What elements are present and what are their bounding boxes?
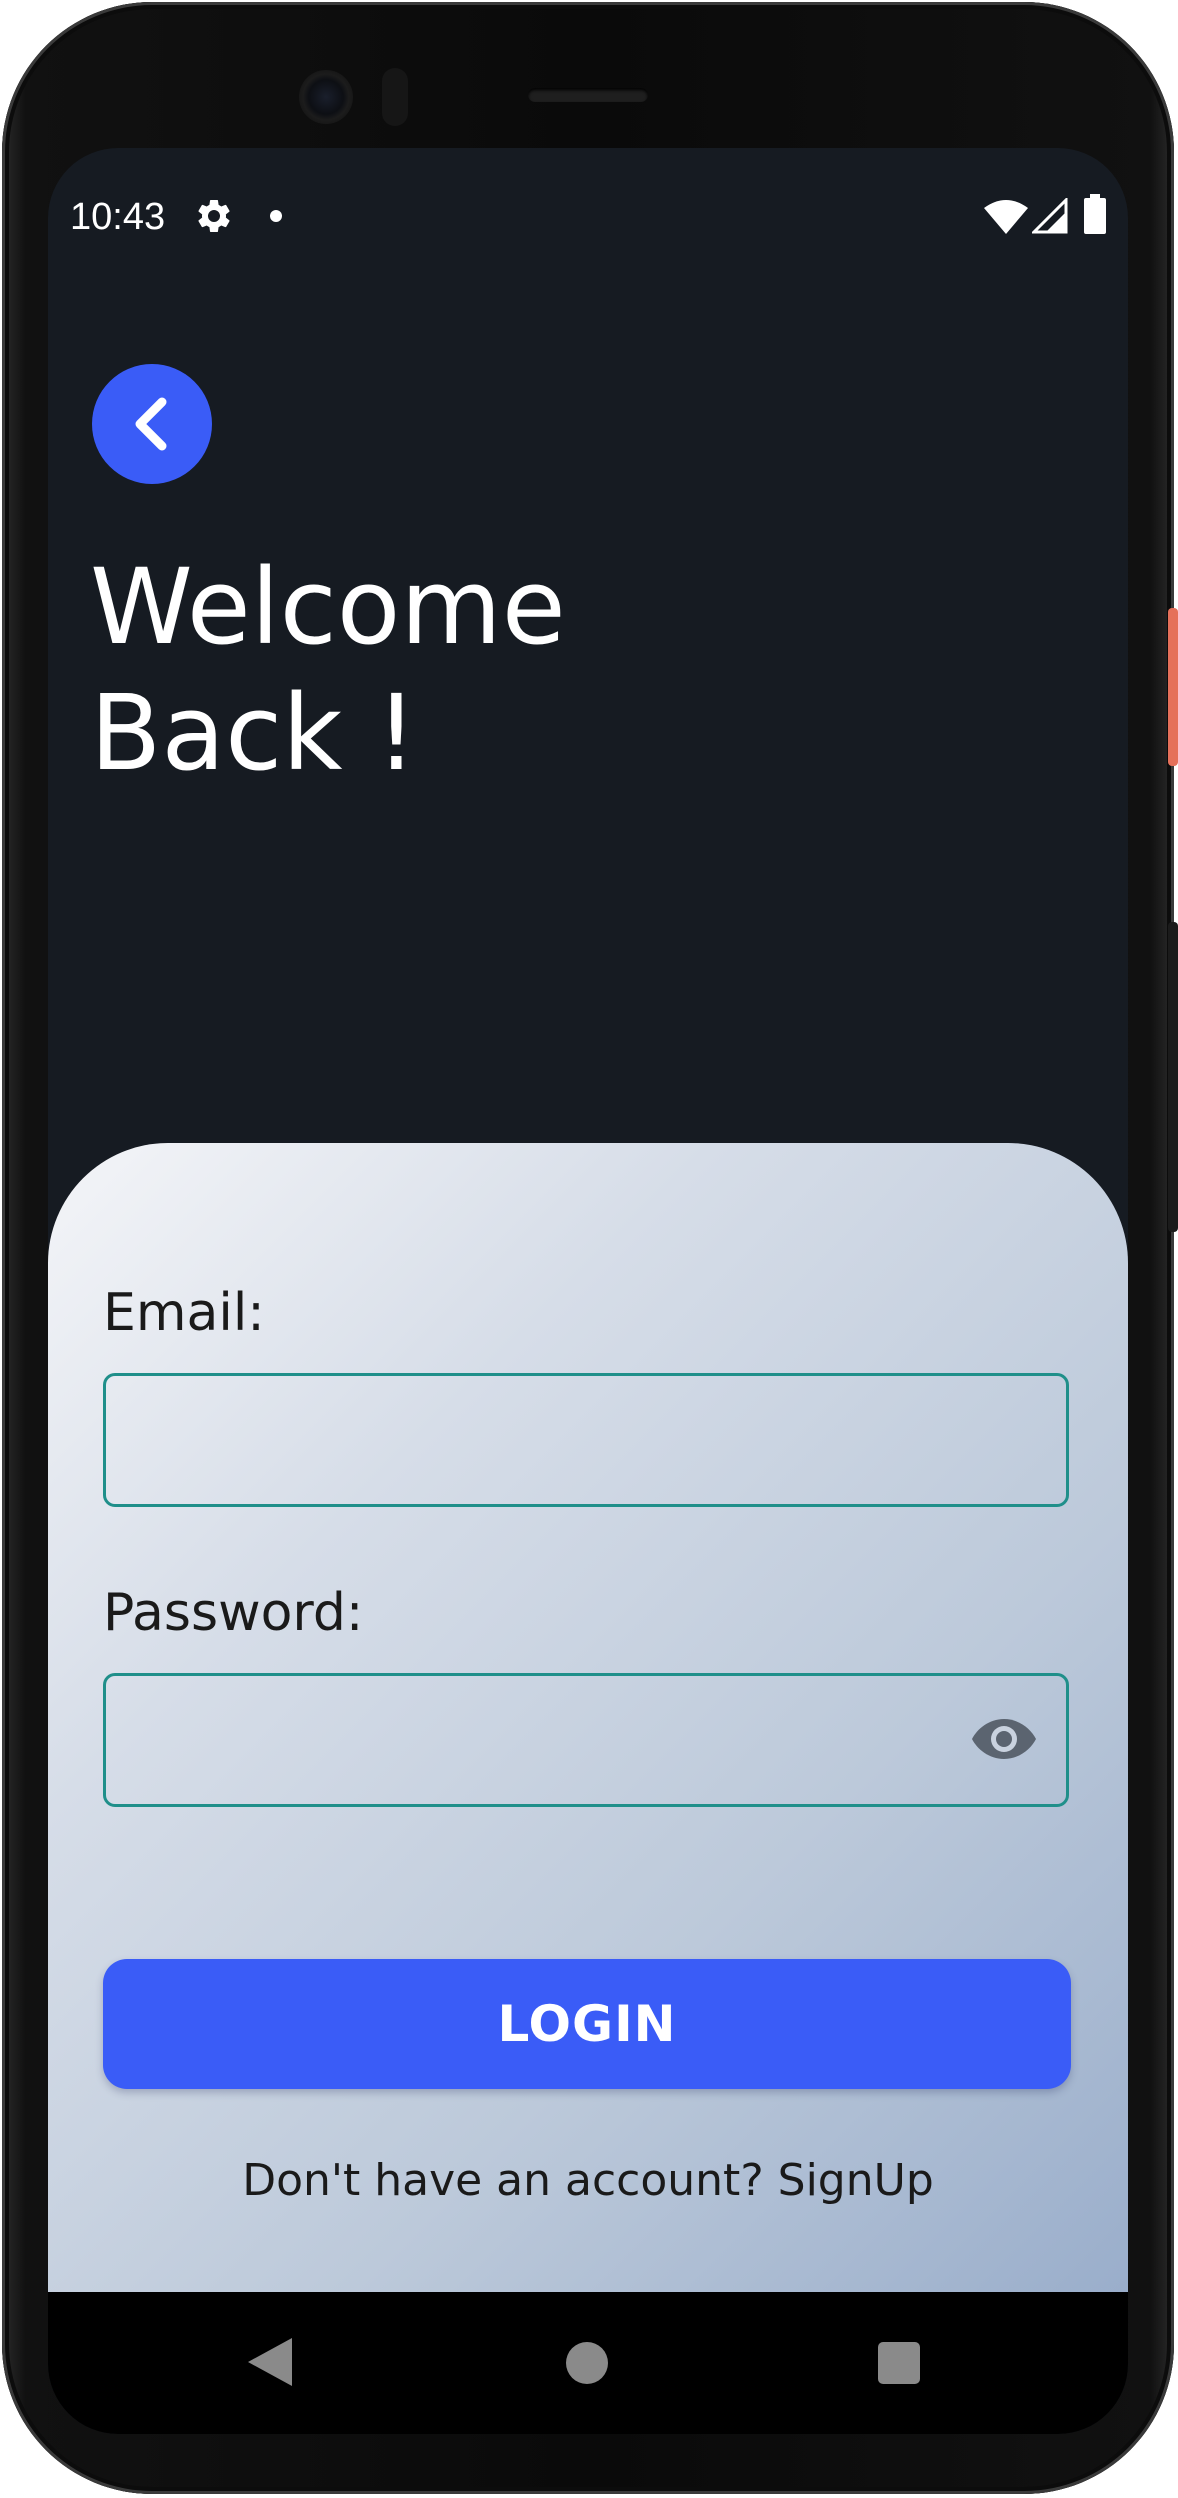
email-label: Email: (103, 1283, 265, 1343)
back-triangle-icon[interactable] (248, 2338, 292, 2386)
eye-icon[interactable] (972, 1713, 1036, 1765)
login-button[interactable]: LOGIN (103, 1959, 1071, 2089)
screen: 10:43 Welcome Back ! Email: Password: LO… (48, 148, 1128, 2434)
earpiece-speaker (528, 88, 648, 102)
volume-button (1168, 922, 1178, 1232)
home-circle-icon[interactable] (566, 2342, 608, 2384)
notification-dot (270, 210, 282, 222)
signup-link[interactable]: SignUp (778, 2155, 934, 2206)
phone-frame: 10:43 Welcome Back ! Email: Password: LO… (2, 2, 1178, 2494)
email-field[interactable] (103, 1373, 1069, 1507)
proximity-sensor (382, 68, 408, 126)
status-bar: 10:43 (48, 148, 1128, 268)
signup-prompt-text: Don't have an account? (242, 2155, 778, 2206)
navigation-bar (48, 2292, 1128, 2434)
gear-icon (198, 199, 230, 232)
battery-icon (1084, 194, 1106, 234)
page-title: Welcome Back ! (90, 546, 566, 794)
back-button[interactable] (92, 364, 212, 484)
chevron-left-icon (135, 397, 167, 451)
password-label: Password: (103, 1583, 364, 1643)
cell-signal-icon (1032, 198, 1068, 234)
front-camera (299, 70, 353, 124)
recents-square-icon[interactable] (878, 2342, 920, 2384)
signup-prompt: Don't have an account? SignUp (48, 2155, 1128, 2206)
status-time: 10:43 (70, 196, 166, 238)
wifi-icon (984, 200, 1028, 234)
power-button (1168, 608, 1178, 766)
password-field[interactable] (103, 1673, 1069, 1807)
login-form-card: Email: Password: LOGIN Don't have an acc… (48, 1143, 1128, 2292)
